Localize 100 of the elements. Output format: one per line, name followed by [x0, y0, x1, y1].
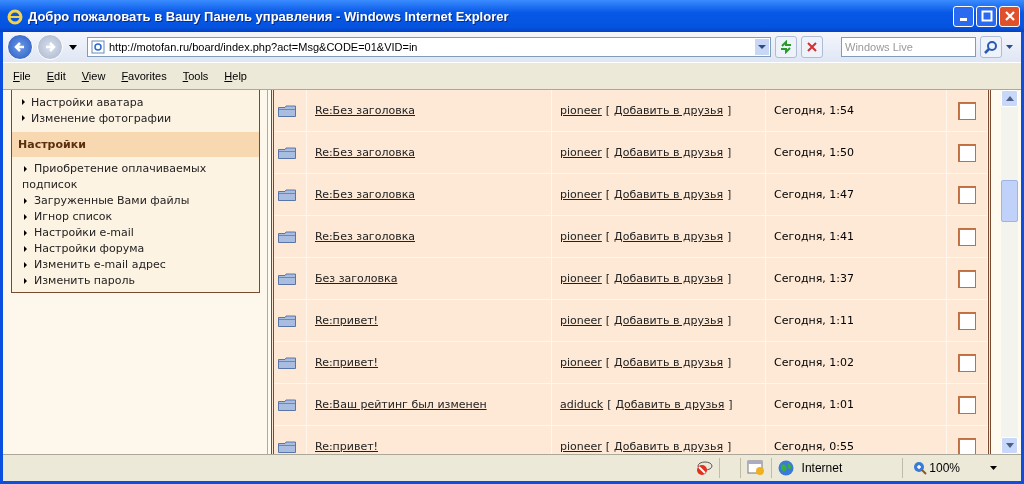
scroll-down-button[interactable]	[1001, 437, 1018, 454]
bracket-text: [	[605, 440, 611, 453]
folder-icon	[278, 314, 296, 327]
checkbox[interactable]	[958, 395, 976, 414]
message-link[interactable]: Re:Без заголовка	[315, 104, 415, 117]
folder-icon	[278, 398, 296, 411]
stop-button[interactable]	[801, 36, 823, 58]
bracket-text: ]	[728, 398, 733, 411]
search-field[interactable]: Windows Live	[841, 37, 976, 57]
message-link[interactable]: Re:привет!	[315, 440, 378, 453]
bracket-text: ]	[727, 230, 732, 243]
message-link[interactable]: Re:привет!	[315, 356, 378, 369]
checkbox[interactable]	[958, 437, 976, 454]
checkbox[interactable]	[958, 269, 976, 288]
message-link[interactable]: Без заголовка	[315, 272, 398, 285]
sidebar-link[interactable]: Загруженные Вами файлы	[22, 193, 259, 209]
bracket-text: ]	[727, 356, 732, 369]
checkbox[interactable]	[958, 311, 976, 330]
menu-item[interactable]: File	[13, 70, 31, 82]
menu-item[interactable]: Help	[224, 70, 247, 82]
user-link[interactable]: pioneer	[560, 104, 602, 117]
dropdown-arrow-icon[interactable]	[990, 466, 997, 470]
sidebar-link[interactable]: Игнор список	[22, 209, 259, 225]
bracket-text: ]	[727, 440, 732, 453]
back-button[interactable]	[7, 34, 33, 60]
checkbox[interactable]	[958, 227, 976, 246]
checkbox[interactable]	[958, 353, 976, 372]
folder-icon	[278, 230, 296, 243]
address-field[interactable]: http://motofan.ru/board/index.php?act=Msg&CODE=01&VID=in	[87, 37, 771, 57]
user-link[interactable]: pioneer	[560, 146, 602, 159]
sidebar-link[interactable]: Изменение фотографии	[31, 112, 172, 125]
message-link[interactable]: Re:Ваш рейтинг был изменен	[315, 398, 487, 411]
window-title: Добро пожаловать в Вашу Панель управления - Windows Internet Explorer	[28, 8, 510, 24]
add-friend-link[interactable]: Добавить в друзья	[614, 146, 723, 159]
add-friend-link[interactable]: Добавить в друзья	[614, 272, 723, 285]
sidebar-link[interactable]: Настройки форума	[22, 241, 259, 257]
menu-item[interactable]: View	[81, 70, 106, 82]
sidebar-link[interactable]: Настройки e-mail	[22, 225, 259, 241]
maximize-button[interactable]	[976, 5, 997, 27]
refresh-icon	[779, 40, 793, 54]
user-link[interactable]: pioneer	[560, 188, 602, 201]
dropdown-button[interactable]	[755, 39, 769, 55]
dropdown-arrow-icon[interactable]	[69, 44, 77, 50]
user-link[interactable]: pioneer	[560, 230, 602, 243]
message-link[interactable]: Re:Без заголовка	[315, 188, 415, 201]
date-text: Сегодня, 0:55	[774, 440, 855, 453]
close-button[interactable]	[999, 5, 1020, 27]
folder-icon	[278, 356, 296, 369]
scroll-up-button[interactable]	[1001, 90, 1018, 107]
close-icon	[1003, 10, 1016, 22]
add-friend-link[interactable]: Добавить в друзья	[614, 230, 723, 243]
user-link[interactable]: adiduck	[560, 398, 604, 411]
add-friend-link[interactable]: Добавить в друзья	[614, 314, 723, 327]
bracket-text: ]	[727, 146, 732, 159]
menu-item[interactable]: Favorites	[121, 70, 167, 82]
security-zone-text: Internet	[801, 461, 843, 475]
checkbox[interactable]	[958, 101, 976, 120]
sidebar-link[interactable]: Приобретение оплачиваемых подписок	[22, 161, 259, 193]
user-link[interactable]: pioneer	[560, 314, 602, 327]
dropdown-arrow-icon[interactable]	[1006, 45, 1013, 49]
user-link[interactable]: pioneer	[560, 272, 602, 285]
folder-icon	[278, 104, 296, 117]
menu-item[interactable]: Tools	[182, 70, 209, 82]
refresh-button[interactable]	[775, 36, 797, 58]
bracket-text: [	[607, 398, 612, 411]
globe-icon	[777, 460, 794, 476]
sidebar-link[interactable]: Настройки аватара	[31, 96, 144, 109]
add-friend-link[interactable]: Добавить в друзья	[614, 104, 723, 117]
message-link[interactable]: Re:Без заголовка	[315, 146, 415, 159]
down-arrow-icon	[1005, 443, 1014, 448]
scroll-thumb[interactable]	[1001, 180, 1018, 222]
user-link[interactable]: pioneer	[560, 356, 602, 369]
zoom-button[interactable]: 100%	[913, 461, 960, 475]
add-friend-link[interactable]: Добавить в друзья	[614, 356, 723, 369]
date-text: Сегодня, 1:01	[774, 398, 855, 411]
sidebar-link[interactable]: Изменить e-mail адрес	[22, 257, 259, 273]
message-link[interactable]: Re:привет!	[315, 314, 378, 327]
privacy-icon	[694, 460, 713, 476]
bracket-text: [	[605, 188, 611, 201]
search-button[interactable]	[980, 36, 1002, 58]
add-friend-link[interactable]: Добавить в друзья	[615, 398, 725, 411]
bullet-icon	[22, 115, 25, 121]
menu-item[interactable]: Edit	[46, 70, 66, 82]
add-friend-link[interactable]: Добавить в друзья	[614, 188, 723, 201]
checkbox[interactable]	[958, 143, 976, 162]
folder-icon	[278, 440, 296, 453]
add-friend-link[interactable]: Добавить в друзья	[614, 440, 723, 453]
zoom-icon	[913, 461, 928, 475]
bracket-text: [	[605, 146, 611, 159]
date-text: Сегодня, 1:37	[774, 272, 855, 285]
checkbox[interactable]	[958, 185, 976, 204]
browser-logo-icon	[6, 7, 24, 25]
sidebar-link[interactable]: Изменить пароль	[22, 273, 259, 289]
minimize-button[interactable]	[953, 5, 974, 27]
bullet-icon	[24, 198, 27, 204]
folder-icon	[278, 188, 296, 201]
user-link[interactable]: pioneer	[560, 440, 602, 453]
bullet-icon	[24, 246, 27, 252]
bracket-text: ]	[727, 104, 732, 117]
message-link[interactable]: Re:Без заголовка	[315, 230, 415, 243]
